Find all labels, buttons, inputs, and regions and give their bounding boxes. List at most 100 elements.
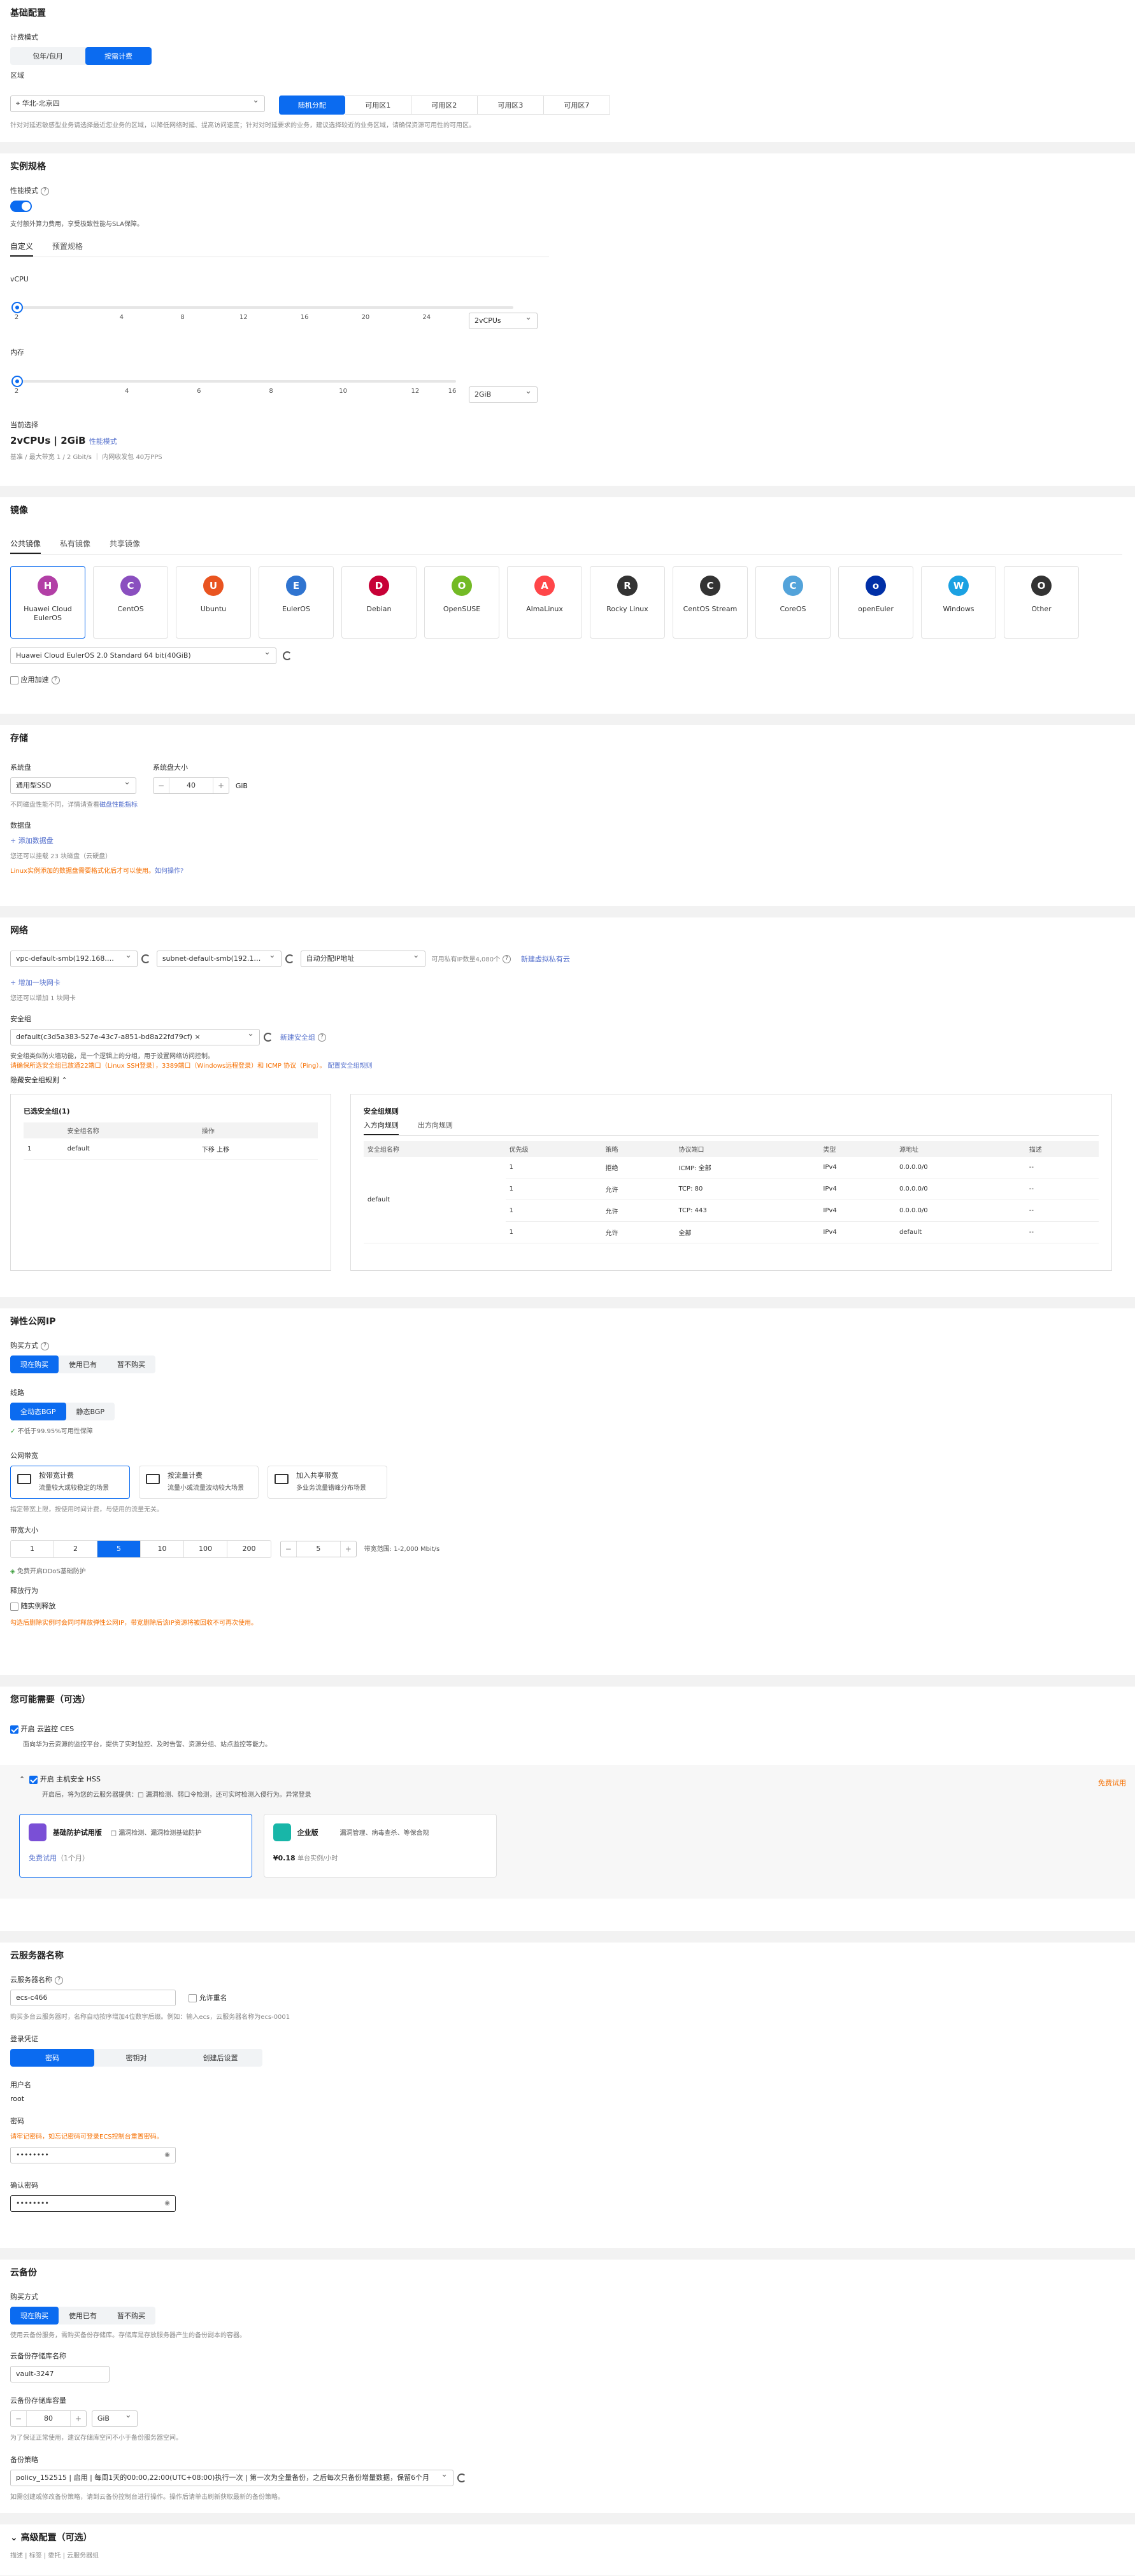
az-2[interactable]: 可用区2 [411,96,478,115]
bandwidth-stepper[interactable]: −5 + [280,1540,357,1557]
tab-public-image[interactable]: 公共镜像 [10,534,41,554]
image-version-select[interactable]: Huawei Cloud EulerOS 2.0 Standard 64 bit… [10,648,276,664]
help-icon[interactable]: ? [41,1341,49,1350]
ip-assign-select[interactable]: 自动分配IP地址 [300,951,425,967]
add-nic-button[interactable]: + 增加一块网卡 [10,977,1125,987]
server-name-input[interactable]: ecs-c466 [10,1990,176,2006]
refresh-icon[interactable] [264,1033,273,1042]
refresh-icon[interactable] [141,954,150,963]
vcpu-select[interactable]: 2vCPUs [469,313,538,329]
minus-icon[interactable]: − [11,2411,26,2426]
allow-duplicate-checkbox[interactable] [188,1993,197,2002]
vcpu-slider[interactable]: 248121620242832 [10,300,513,322]
image-card[interactable]: C CentOS [93,566,168,639]
image-card[interactable]: C CoreOS [755,566,831,639]
minus-icon[interactable]: − [153,778,169,793]
system-disk-size-stepper[interactable]: −40 + [153,777,229,794]
hss-checkbox[interactable] [29,1775,38,1784]
bandwidth-size-option[interactable]: 2 [54,1541,97,1557]
backup-policy-select[interactable]: policy_152515 | 启用 | 每周1天的00:00,22:00(UT… [10,2470,453,2486]
help-icon[interactable]: ? [41,187,49,195]
plus-icon[interactable]: + [341,1541,356,1557]
bandwidth-size-option[interactable]: 100 [184,1541,227,1557]
confirm-password-input[interactable]: •••••••• [10,2195,176,2212]
az-random[interactable]: 随机分配 [278,96,345,115]
chevron-up-icon[interactable]: ⌃ [19,1775,25,1783]
login-password[interactable]: 密码 [10,2049,94,2067]
az-7[interactable]: 可用区7 [543,96,610,115]
tab-inbound[interactable]: 入方向规则 [363,1116,399,1135]
perf-mode-toggle[interactable] [10,201,32,212]
add-data-disk-button[interactable]: + 添加数据盘 [10,835,1125,846]
refresh-icon[interactable] [282,651,292,660]
tab-custom[interactable]: 自定义 [10,237,34,257]
az-3[interactable]: 可用区3 [477,96,544,115]
eip-buy-now[interactable]: 现在购买 [10,1355,59,1373]
line-static-bgp[interactable]: 静态BGP [66,1403,115,1420]
move-up-button[interactable]: 上移 [217,1147,229,1154]
minus-icon[interactable]: − [281,1541,296,1557]
bandwidth-type-card[interactable]: 按流量计费 流量小或流量波动较大场景 [139,1466,259,1499]
release-checkbox[interactable] [10,1602,18,1611]
line-dynamic-bgp[interactable]: 全动态BGP [10,1403,66,1420]
billing-monthly-option[interactable]: 包年/包月 [10,47,85,65]
security-group-select[interactable]: default(c3d5a383-527e-43c7-a851-bd8a22fd… [10,1029,260,1045]
create-sg-link[interactable]: 新建安全组 [280,1033,315,1042]
image-card[interactable]: E EulerOS [259,566,334,639]
memory-slider[interactable]: 2 4 6 8 10 12 16 [10,374,456,395]
region-select[interactable]: ⌖ 华北-北京四 [10,96,265,112]
system-disk-type-select[interactable]: 通用型SSD [10,777,136,794]
bandwidth-size-option[interactable]: 200 [227,1541,271,1557]
image-card[interactable]: O OpenSUSE [424,566,499,639]
refresh-icon[interactable] [285,954,294,963]
bandwidth-type-card[interactable]: 加入共享带宽 多业务流量错峰分布场景 [268,1466,387,1499]
login-keypair[interactable]: 密钥对 [94,2049,178,2067]
vault-capacity-stepper[interactable]: −80 + [10,2410,87,2427]
login-set-later[interactable]: 创建后设置 [178,2049,262,2067]
help-icon[interactable]: ? [503,954,511,963]
help-icon[interactable]: ? [317,1033,326,1042]
image-card[interactable]: C CentOS Stream [673,566,748,639]
bandwidth-size-option[interactable]: 5 [97,1541,141,1557]
slider-handle[interactable] [11,376,23,387]
image-card[interactable]: O Other [1004,566,1079,639]
move-down-button[interactable]: 下移 [202,1147,215,1154]
image-card[interactable]: U Ubuntu [176,566,251,639]
eip-not-buy[interactable]: 暂不购买 [107,1355,155,1373]
hss-basic-package[interactable]: 基础防护试用版 □ 漏洞检测、漏洞检测基础防护 免费试用（1个月） [19,1814,252,1878]
help-icon[interactable]: ? [51,676,60,684]
eip-use-existing[interactable]: 使用已有 [59,1355,107,1373]
image-card[interactable]: D Debian [341,566,417,639]
subnet-select[interactable]: subnet-default-smb(192.1… [156,951,282,967]
image-card[interactable]: o openEuler [838,566,913,639]
how-to-link[interactable]: 如何操作? [155,868,183,875]
backup-use-existing[interactable]: 使用已有 [59,2307,107,2325]
tab-private-image[interactable]: 私有镜像 [60,534,90,554]
vpc-select[interactable]: vpc-default-smb(192.168.… [10,951,138,967]
tab-outbound[interactable]: 出方向规则 [418,1116,453,1135]
backup-buy-now[interactable]: 现在购买 [10,2307,59,2325]
vault-name-input[interactable]: vault-3247 [10,2366,110,2382]
hss-enterprise-package[interactable]: 企业版 漏洞管理、病毒查杀、等保合规 ¥0.18 单台实例/小时 [263,1814,497,1878]
hss-free-trial-link[interactable]: 免费试用 [1098,1778,1126,1788]
backup-not-buy[interactable]: 暂不购买 [107,2307,155,2325]
app-accel-checkbox[interactable] [10,676,18,684]
hide-sg-rules-toggle[interactable]: 隐藏安全组规则 ⌃ [10,1075,1125,1085]
advanced-toggle[interactable]: ⌄ 高级配置（可选） [10,2531,1125,2544]
bandwidth-type-card[interactable]: 按带宽计费 流量较大或较稳定的场景 [10,1466,130,1499]
tab-shared-image[interactable]: 共享镜像 [110,534,140,554]
create-vpc-link[interactable]: 新建虚拟私有云 [521,955,570,963]
bandwidth-size-option[interactable]: 10 [141,1541,184,1557]
az-1[interactable]: 可用区1 [345,96,411,115]
sg-rule-config-link[interactable]: 配置安全组规则 [328,1063,373,1070]
plus-icon[interactable]: + [213,778,229,793]
ces-checkbox[interactable] [10,1725,18,1734]
bandwidth-size-option[interactable]: 1 [11,1541,54,1557]
billing-ondemand-option[interactable]: 按需计费 [85,47,152,65]
disk-perf-link[interactable]: 磁盘性能指标 [99,802,138,809]
capacity-unit-select[interactable]: GiB [91,2410,138,2427]
image-card[interactable]: W Windows [921,566,996,639]
image-card[interactable]: R Rocky Linux [590,566,665,639]
plus-icon[interactable]: + [71,2411,86,2426]
memory-select[interactable]: 2GiB [469,386,538,403]
